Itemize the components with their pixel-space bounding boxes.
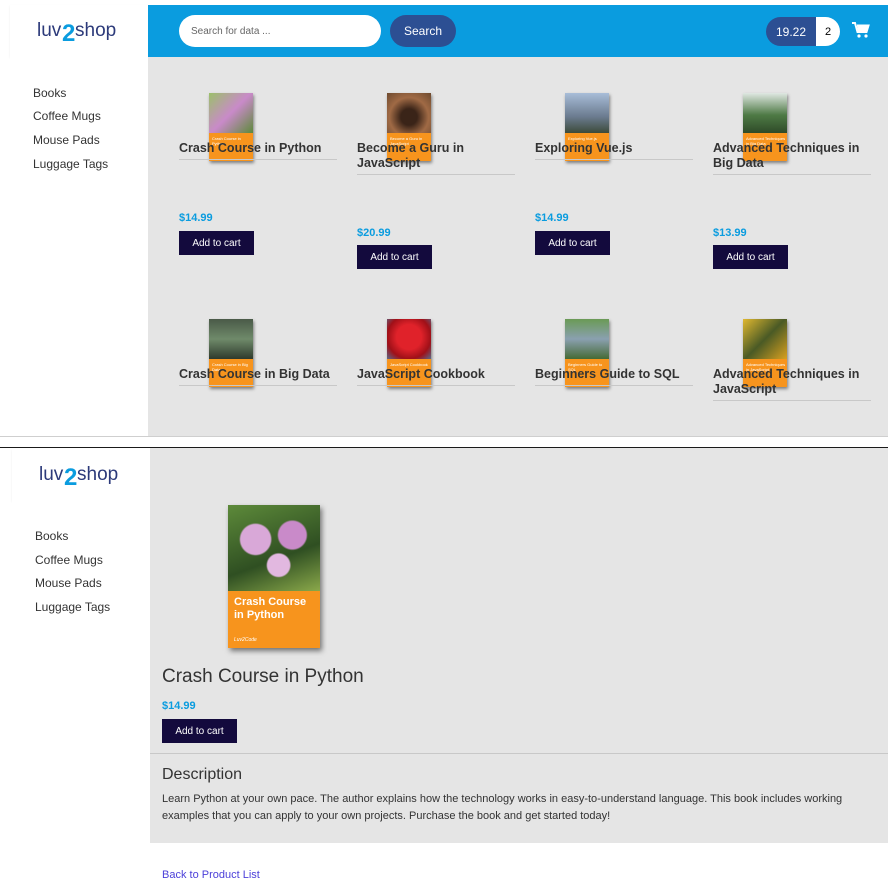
back-to-product-list-link[interactable]: Back to Product List	[162, 869, 260, 881]
sidebar-item-coffee-mugs[interactable]: Coffee Mugs	[35, 553, 103, 567]
product-name[interactable]: JavaScript Cookbook	[357, 367, 515, 382]
luv2shop-logo: luv 2 shop	[39, 464, 118, 490]
product-card: JavaScript Cookbook JavaScript Cookbook	[357, 283, 517, 436]
shopping-cart-icon[interactable]	[852, 22, 870, 44]
add-to-cart-button[interactable]: Add to cart	[162, 719, 237, 743]
product-detail-screen: luv 2 shop Search 19.22 2 Books Coffee M…	[0, 448, 888, 896]
product-card: Become a Guru in JavaScript Become a Gur…	[357, 57, 517, 287]
product-price: $14.99	[179, 212, 213, 224]
add-to-cart-button[interactable]: Add to cart	[713, 245, 788, 269]
sidebar-item-luggage-tags[interactable]: Luggage Tags	[33, 157, 108, 171]
product-name[interactable]: Become a Guru in JavaScript	[357, 141, 515, 170]
sidebar-item-coffee-mugs[interactable]: Coffee Mugs	[33, 109, 101, 123]
product-price: $14.99	[162, 700, 196, 712]
divider	[713, 400, 871, 401]
sidebar-item-mouse-pads[interactable]: Mouse Pads	[35, 576, 102, 590]
product-card: Crash Course in Big Data Crash Course in…	[179, 283, 339, 436]
product-price: $14.99	[535, 212, 569, 224]
sidebar-item-mouse-pads[interactable]: Mouse Pads	[33, 133, 100, 147]
add-to-cart-button[interactable]: Add to cart	[179, 231, 254, 255]
svg-text:2: 2	[62, 20, 75, 46]
screenshot-separator	[0, 436, 888, 449]
divider	[535, 385, 693, 386]
divider	[357, 385, 515, 386]
product-name[interactable]: Exploring Vue.js	[535, 141, 693, 156]
product-price: $13.99	[713, 227, 747, 239]
divider	[179, 385, 337, 386]
product-name[interactable]: Advanced Techniques in JavaScript	[713, 367, 871, 396]
product-name[interactable]: Beginners Guide to SQL	[535, 367, 693, 382]
search-input[interactable]	[179, 15, 381, 47]
description-text: Learn Python at your own pace. The autho…	[162, 793, 843, 822]
product-name[interactable]: Crash Course in Big Data	[179, 367, 337, 382]
divider	[179, 159, 337, 160]
sidebar: Books Coffee Mugs Mouse Pads Luggage Tag…	[12, 501, 150, 896]
product-card: Advanced Techniques in JavaScript Advanc…	[713, 283, 873, 436]
product-title: Crash Course in Python	[162, 666, 364, 687]
svg-text:luv: luv	[39, 464, 64, 485]
product-name[interactable]: Crash Course in Python	[179, 141, 337, 156]
svg-text:shop: shop	[77, 464, 118, 485]
product-card: Beginners Guide to SQL Beginners Guide t…	[535, 283, 695, 436]
product-grid: Crash Course in Python Crash Course in P…	[148, 57, 888, 436]
svg-text:shop: shop	[75, 20, 116, 41]
search-button[interactable]: Search	[390, 15, 456, 47]
product-list-screen: luv 2 shop Search 19.22 2 Books Coffee M…	[0, 0, 888, 436]
product-cover-image: Crash Course in Python Luv2Code	[228, 505, 320, 648]
product-detail: Crash Course in Python Luv2Code Crash Co…	[150, 448, 888, 881]
product-price: $20.99	[357, 227, 391, 239]
brand-logo[interactable]: luv 2 shop	[10, 5, 148, 57]
brand-logo[interactable]: luv 2 shop	[12, 449, 150, 501]
svg-text:2: 2	[64, 464, 77, 490]
description-heading: Description	[162, 766, 243, 783]
product-card: Advanced Techniques in Big Data Advanced…	[713, 57, 873, 287]
product-name[interactable]: Advanced Techniques in Big Data	[713, 141, 871, 170]
sidebar: Books Coffee Mugs Mouse Pads Luggage Tag…	[10, 57, 148, 436]
sidebar-item-books[interactable]: Books	[33, 86, 66, 100]
sidebar-item-luggage-tags[interactable]: Luggage Tags	[35, 600, 110, 614]
cart-quantity[interactable]: 2	[816, 17, 840, 46]
divider	[535, 159, 693, 160]
divider	[150, 753, 888, 754]
cart-total[interactable]: 19.22	[766, 17, 816, 46]
svg-text:luv: luv	[37, 20, 62, 41]
luv2shop-logo: luv 2 shop	[37, 20, 116, 46]
add-to-cart-button[interactable]: Add to cart	[357, 245, 432, 269]
product-card: Crash Course in Python Crash Course in P…	[179, 57, 339, 287]
header-bar: Search 19.22 2	[148, 5, 888, 57]
add-to-cart-button[interactable]: Add to cart	[535, 231, 610, 255]
sidebar-item-books[interactable]: Books	[35, 529, 68, 543]
cover-author: Luv2Code	[234, 637, 257, 643]
product-card: Exploring Vue.js Exploring Vue.js $14.99…	[535, 57, 695, 287]
divider	[357, 174, 515, 175]
divider	[713, 174, 871, 175]
cover-title: Crash Course in Python	[234, 596, 307, 621]
